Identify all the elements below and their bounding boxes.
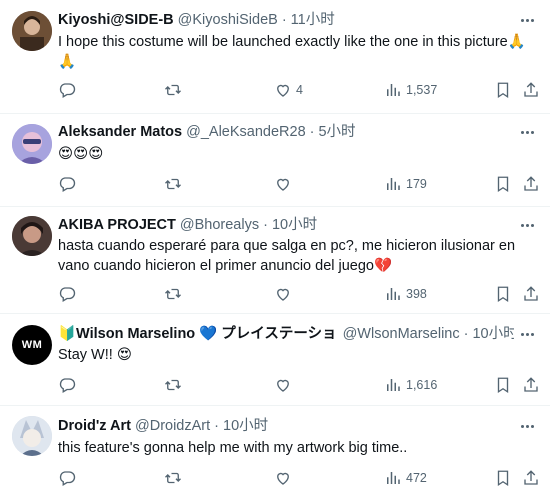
reply-feed: Kiyoshi@SIDE-B @KiyoshiSideB · 11小时 I ho… xyxy=(0,0,550,499)
display-name[interactable]: Droid'z Art xyxy=(58,416,131,436)
bookmark-icon[interactable] xyxy=(494,174,512,194)
display-name[interactable]: AKIBA PROJECT xyxy=(58,215,176,235)
handle[interactable]: @DroidzArt xyxy=(135,416,210,436)
reply-tweet[interactable]: WM 🔰Wilson Marselino 💙 プレイステーショ @WlsonMa… xyxy=(0,314,550,406)
heart-icon[interactable] xyxy=(274,468,296,488)
view-count: 472 xyxy=(406,471,427,485)
timestamp[interactable]: · 11小时 xyxy=(282,10,335,30)
avatar-initials: WM xyxy=(21,339,43,351)
views-icon[interactable]: 398 xyxy=(384,284,427,304)
timestamp[interactable]: · 5小时 xyxy=(310,122,356,142)
heart-icon[interactable] xyxy=(274,375,296,395)
more-icon[interactable] xyxy=(518,218,536,232)
tweet-text: Stay W!! 😍 xyxy=(58,347,132,363)
more-icon[interactable] xyxy=(518,419,536,433)
share-icon[interactable] xyxy=(522,174,540,194)
handle[interactable]: @Bhorealys xyxy=(180,215,259,235)
retweet-icon[interactable] xyxy=(164,468,182,488)
avatar[interactable] xyxy=(12,216,52,256)
handle[interactable]: @WlsonMarselinc xyxy=(343,324,460,344)
heart-icon[interactable] xyxy=(274,174,296,194)
share-icon[interactable] xyxy=(522,468,540,488)
bookmark-icon[interactable] xyxy=(494,468,512,488)
bookmark-icon[interactable] xyxy=(494,284,512,304)
bookmark-icon[interactable] xyxy=(494,80,512,100)
views-icon[interactable]: 179 xyxy=(384,174,427,194)
bookmark-icon[interactable] xyxy=(494,375,512,395)
reply-tweet[interactable]: AKIBA PROJECT @Bhorealys · 10小时 hasta cu… xyxy=(0,207,550,314)
share-icon[interactable] xyxy=(522,284,540,304)
retweet-icon[interactable] xyxy=(164,284,182,304)
view-count: 398 xyxy=(406,287,427,301)
like-count: 4 xyxy=(296,83,303,97)
reply-icon[interactable] xyxy=(58,174,76,194)
more-icon[interactable] xyxy=(518,13,536,27)
handle[interactable]: @KiyoshiSideB xyxy=(178,10,278,30)
display-name[interactable]: 🔰Wilson Marselino 💙 プレイステーショ xyxy=(58,324,337,344)
display-name[interactable]: Aleksander Matos xyxy=(58,122,182,142)
share-icon[interactable] xyxy=(522,375,540,395)
reply-tweet[interactable]: Aleksander Matos @_AleKsandeR28 · 5小时 😍😍… xyxy=(0,114,550,207)
retweet-icon[interactable] xyxy=(164,174,182,194)
view-count: 1,537 xyxy=(406,83,438,97)
retweet-icon[interactable] xyxy=(164,80,182,100)
more-icon[interactable] xyxy=(518,125,536,139)
reply-icon[interactable] xyxy=(58,80,76,100)
tweet-text: 😍😍😍 xyxy=(58,146,104,162)
tweet-text: this feature's gonna help me with my art… xyxy=(58,440,408,456)
share-icon[interactable] xyxy=(522,80,540,100)
reply-icon[interactable] xyxy=(58,468,76,488)
view-count: 1,616 xyxy=(406,378,438,392)
views-icon[interactable]: 472 xyxy=(384,468,427,488)
avatar[interactable] xyxy=(12,416,52,456)
heart-icon[interactable] xyxy=(274,284,296,304)
reply-tweet[interactable]: Droid'z Art @DroidzArt · 10小时 this featu… xyxy=(0,406,550,499)
timestamp[interactable]: · 10小时 xyxy=(464,324,514,344)
avatar[interactable] xyxy=(12,124,52,164)
reply-tweet[interactable]: Kiyoshi@SIDE-B @KiyoshiSideB · 11小时 I ho… xyxy=(0,0,550,114)
views-icon[interactable]: 1,537 xyxy=(384,80,437,100)
avatar[interactable]: WM xyxy=(12,325,52,365)
retweet-icon[interactable] xyxy=(164,375,182,395)
timestamp[interactable]: · 10小时 xyxy=(263,215,317,235)
timestamp[interactable]: · 10小时 xyxy=(214,416,268,436)
tweet-text: hasta cuando esperaré para que salga en … xyxy=(58,238,516,274)
reply-icon[interactable] xyxy=(58,375,76,395)
reply-icon[interactable] xyxy=(58,284,76,304)
handle[interactable]: @_AleKsandeR28 xyxy=(186,122,306,142)
tweet-text: I hope this costume will be launched exa… xyxy=(58,34,526,70)
view-count: 179 xyxy=(406,177,427,191)
display-name[interactable]: Kiyoshi@SIDE-B xyxy=(58,10,174,30)
avatar[interactable] xyxy=(12,11,52,51)
views-icon[interactable]: 1,616 xyxy=(384,375,437,395)
heart-icon[interactable]: 4 xyxy=(274,80,303,100)
more-icon[interactable] xyxy=(518,327,536,341)
